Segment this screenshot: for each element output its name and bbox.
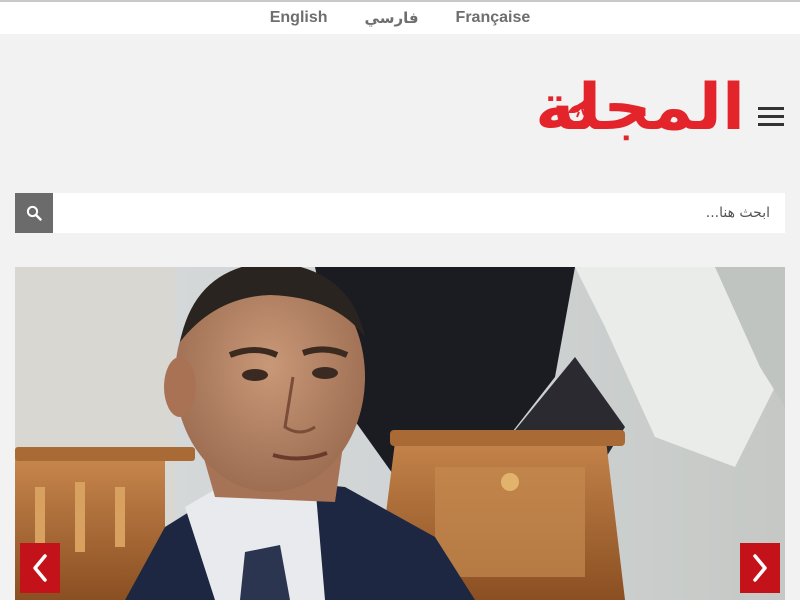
slider-next-button[interactable]: [740, 543, 780, 593]
featured-slide-image[interactable]: [15, 267, 785, 600]
featured-slider: [15, 267, 785, 600]
language-bar: English فارسي Française: [0, 2, 800, 34]
horse-emblem-icon: [568, 99, 587, 118]
hamburger-menu-icon[interactable]: [758, 107, 786, 129]
search-button[interactable]: [15, 193, 53, 233]
language-link-english[interactable]: English: [270, 9, 328, 27]
language-link-farsi[interactable]: فارسي: [365, 9, 419, 27]
site-logo[interactable]: المجلة: [535, 74, 747, 152]
chevron-right-icon: [753, 554, 767, 582]
slider-prev-button[interactable]: [20, 543, 60, 593]
search-icon: [26, 205, 42, 221]
language-link-french[interactable]: Française: [456, 9, 531, 27]
search-input[interactable]: [53, 193, 785, 233]
search-form: [15, 193, 785, 233]
chevron-left-icon: [33, 554, 47, 582]
